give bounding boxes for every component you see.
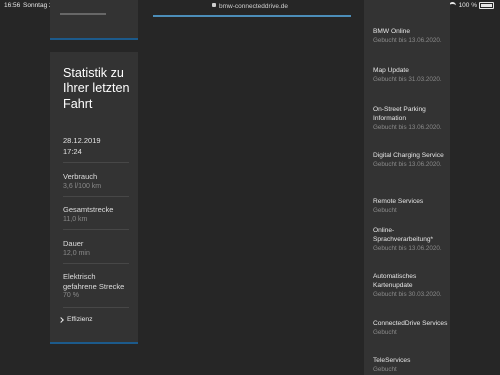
service-status: Gebucht bis 13.06.2020. bbox=[373, 123, 442, 131]
stat-value: 3,6 l/100 km bbox=[63, 182, 102, 190]
stat-value: 70 % bbox=[63, 292, 79, 300]
efficiency-link[interactable]: Effizienz bbox=[58, 316, 93, 323]
service-item[interactable]: BMW Online Gebucht bis 13.06.2020. bbox=[373, 28, 449, 45]
previous-card bbox=[50, 0, 138, 38]
service-item[interactable]: On-Street Parking Information Gebucht bi… bbox=[373, 106, 449, 132]
service-status: Gebucht bbox=[373, 365, 397, 373]
service-item[interactable]: Online-Sprachverarbeitung* Gebucht bis 1… bbox=[373, 227, 449, 253]
stat-label: Verbrauch bbox=[63, 172, 98, 181]
service-item[interactable]: TeleServices Gebucht bbox=[373, 357, 449, 374]
service-name: Remote Services bbox=[373, 198, 424, 205]
service-status: Gebucht bis 13.06.2020. bbox=[373, 160, 442, 168]
stat-value: 11,0 km bbox=[63, 215, 88, 223]
divider bbox=[63, 196, 129, 197]
stat-label: Gesamtstrecke bbox=[63, 205, 114, 214]
efficiency-link-label: Effizienz bbox=[67, 316, 93, 323]
url-text: bmw-connecteddrive.de bbox=[218, 3, 288, 10]
service-name: Online-Sprachverarbeitung* bbox=[373, 227, 434, 243]
service-status: Gebucht bbox=[373, 206, 397, 214]
chevron-right-icon bbox=[58, 316, 64, 323]
trip-date: 28.12.2019 bbox=[63, 136, 101, 145]
service-name: Map Update bbox=[373, 67, 409, 74]
battery-icon bbox=[479, 2, 494, 9]
service-name: BMW Online bbox=[373, 28, 411, 35]
service-name: On-Street Parking Information bbox=[373, 106, 426, 122]
service-item[interactable]: Automatisches Kartenupdate Gebucht bis 3… bbox=[373, 273, 449, 299]
service-status: Gebucht bbox=[373, 328, 397, 336]
service-name: Digital Charging Service bbox=[373, 152, 444, 159]
service-status: Gebucht bis 30.03.2020. bbox=[373, 290, 442, 298]
lock-icon bbox=[211, 3, 216, 8]
service-status: Gebucht bis 13.06.2020. bbox=[373, 244, 442, 252]
trip-date-time: 28.12.2019 17:24 bbox=[63, 136, 101, 157]
service-item[interactable]: Digital Charging Service Gebucht bis 13.… bbox=[373, 152, 449, 169]
stat-row-electric-distance: Elektrisch gefahrene Strecke 70 % bbox=[63, 272, 129, 301]
service-name: TeleServices bbox=[373, 357, 411, 364]
status-indicators: 100 % bbox=[448, 2, 494, 9]
cut-off-text bbox=[60, 13, 106, 19]
last-trip-statistics-card: Statistik zu Ihrer letzten Fahrt 28.12.2… bbox=[50, 52, 138, 342]
stat-label: Elektrisch gefahrene Strecke bbox=[63, 272, 125, 291]
stat-value: 12,0 min bbox=[63, 249, 90, 257]
stat-row-distance: Gesamtstrecke 11,0 km bbox=[63, 205, 129, 224]
stat-label: Dauer bbox=[63, 239, 84, 248]
battery-percent: 100 % bbox=[458, 2, 477, 9]
card-title: Statistik zu Ihrer letzten Fahrt bbox=[63, 66, 130, 111]
card-accent-bar bbox=[50, 342, 138, 344]
service-item[interactable]: ConnectedDrive Services Gebucht bbox=[373, 320, 449, 337]
service-name: ConnectedDrive Services bbox=[373, 320, 448, 327]
service-name: Automatisches Kartenupdate bbox=[373, 273, 417, 289]
divider bbox=[63, 229, 129, 230]
services-panel: BMW Online Gebucht bis 13.06.2020. Map U… bbox=[364, 0, 450, 375]
stat-row-consumption: Verbrauch 3,6 l/100 km bbox=[63, 172, 129, 191]
divider bbox=[63, 263, 129, 264]
service-status: Gebucht bis 31.03.2020. bbox=[373, 75, 442, 83]
service-item[interactable]: Map Update Gebucht bis 31.03.2020. bbox=[373, 67, 449, 84]
service-status: Gebucht bis 13.06.2020. bbox=[373, 36, 442, 44]
divider bbox=[63, 162, 129, 163]
previous-card-accent bbox=[50, 38, 138, 40]
service-item[interactable]: Remote Services Gebucht bbox=[373, 198, 449, 215]
divider bbox=[63, 307, 129, 308]
page-load-indicator bbox=[153, 15, 351, 17]
trip-time: 17:24 bbox=[63, 146, 82, 156]
stat-row-duration: Dauer 12,0 min bbox=[63, 239, 129, 258]
